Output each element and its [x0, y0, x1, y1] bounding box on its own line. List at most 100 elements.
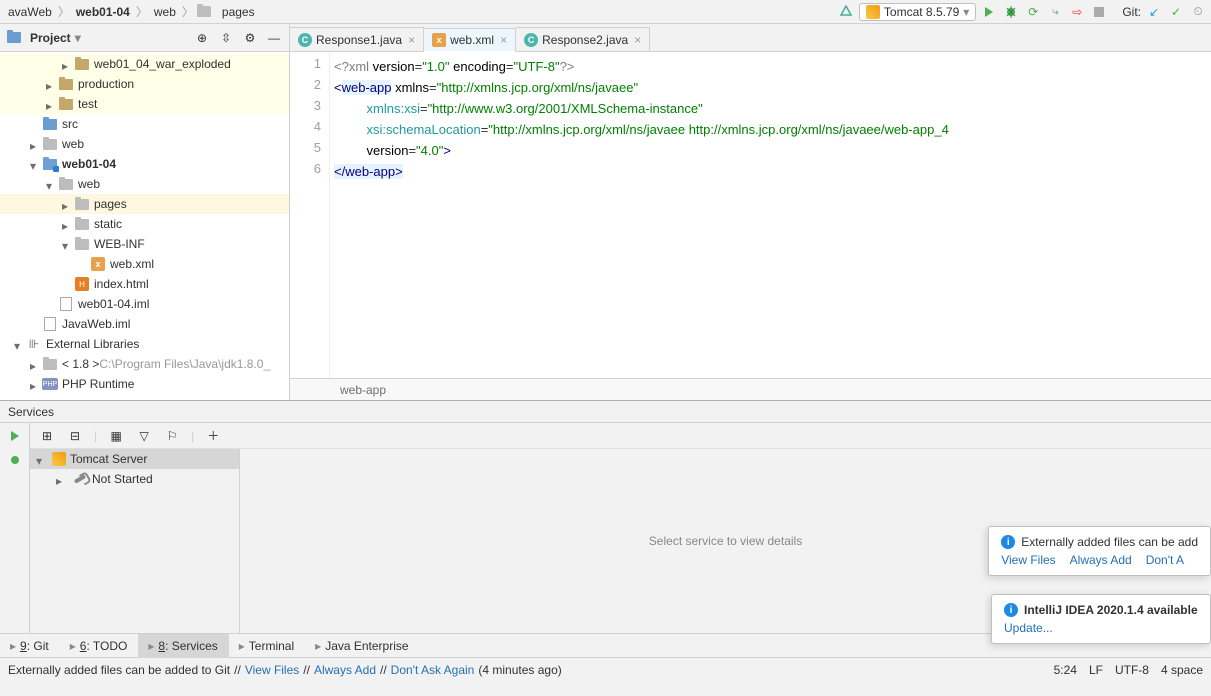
tree-arrow-icon[interactable] [30, 379, 40, 389]
stop-icon[interactable] [1090, 3, 1108, 21]
tag-icon[interactable]: ⚐ [163, 427, 181, 445]
close-icon[interactable]: × [498, 33, 507, 47]
tree-row[interactable]: ⊪External Libraries [0, 334, 289, 354]
bottom-tab[interactable]: ▸6: TODO [60, 634, 139, 658]
chevron-down-icon[interactable]: ▾ [75, 31, 81, 45]
tree-row[interactable]: test [0, 94, 289, 114]
tree-row[interactable]: web01-04 [0, 154, 289, 174]
run-icon[interactable] [6, 427, 24, 445]
bottom-tab[interactable]: ▸9: Git [0, 634, 60, 658]
tree-arrow-icon[interactable] [46, 99, 56, 109]
tree-arrow-icon[interactable] [78, 259, 88, 269]
line-ending[interactable]: LF [1089, 663, 1103, 677]
git-history-icon[interactable]: ⏲ [1189, 3, 1207, 21]
tree-row[interactable]: pages [0, 194, 289, 214]
tree-row[interactable]: xweb.xml [0, 254, 289, 274]
services-tree[interactable]: Tomcat Server Not Started [30, 449, 240, 633]
editor-tab[interactable]: CResponse1.java× [290, 27, 424, 51]
tree-row[interactable]: web01_04_war_exploded [0, 54, 289, 74]
tree-arrow-icon[interactable] [46, 299, 56, 309]
debug-icon[interactable] [1002, 3, 1020, 21]
group-icon[interactable]: ▦ [107, 427, 125, 445]
chevron-right-icon[interactable] [56, 474, 66, 484]
notif-link-dont-ask[interactable]: Don't A [1146, 553, 1184, 567]
tree-row[interactable]: < 1.8 > C:\Program Files\Java\jdk1.8.0_ [0, 354, 289, 374]
tree-arrow-icon[interactable] [30, 319, 40, 329]
debug-icon[interactable] [6, 451, 24, 469]
run-icon[interactable] [980, 3, 998, 21]
filter-icon[interactable]: ▽ [135, 427, 153, 445]
tree-arrow-icon[interactable] [46, 179, 56, 189]
tree-arrow-icon[interactable] [30, 359, 40, 369]
profile-icon[interactable]: ⤷ [1046, 3, 1064, 21]
add-icon[interactable]: ＋ [204, 427, 222, 445]
chevron-down-icon[interactable] [36, 454, 46, 464]
gear-icon[interactable]: ⚙ [241, 29, 259, 47]
tree-row[interactable]: PHPPHP Runtime [0, 374, 289, 394]
notification-update-available[interactable]: i IntelliJ IDEA 2020.1.4 available Updat… [991, 594, 1211, 644]
bottom-tab[interactable]: ▸Java Enterprise [305, 634, 419, 658]
tree-row[interactable]: src [0, 114, 289, 134]
status-link-dont-ask[interactable]: Don't Ask Again [391, 663, 475, 677]
collapse-all-icon[interactable]: ⊟ [66, 427, 84, 445]
select-opened-file-icon[interactable]: ⊕ [193, 29, 211, 47]
notif-link-view-files[interactable]: View Files [1001, 553, 1055, 567]
tree-arrow-icon[interactable] [30, 159, 40, 169]
tree-arrow-icon[interactable] [62, 59, 72, 69]
expand-all-icon[interactable]: ⇳ [217, 29, 235, 47]
tree-row[interactable]: JavaWeb.iml [0, 314, 289, 334]
expand-all-icon[interactable]: ⊞ [38, 427, 56, 445]
tree-node-icon [74, 197, 90, 211]
code[interactable]: <?xml version="1.0" encoding="UTF-8"?><w… [330, 52, 1211, 378]
tree-arrow-icon[interactable] [62, 199, 72, 209]
close-icon[interactable]: × [632, 33, 641, 47]
indent[interactable]: 4 space [1161, 663, 1203, 677]
tree-row[interactable]: static [0, 214, 289, 234]
tree-arrow-icon[interactable] [14, 339, 24, 349]
tree-row[interactable]: web01-04.iml [0, 294, 289, 314]
tree-row[interactable]: Hindex.html [0, 274, 289, 294]
tomcat-icon [52, 452, 66, 466]
breadcrumb-item[interactable]: web01-04 [72, 5, 134, 19]
git-update-icon[interactable]: ↙ [1145, 3, 1163, 21]
breadcrumb-item[interactable]: avaWeb [4, 5, 56, 19]
status-link-always-add[interactable]: Always Add [314, 663, 376, 677]
editor-tab[interactable]: xweb.xml× [424, 28, 516, 52]
tree-arrow-icon[interactable] [62, 239, 72, 249]
close-icon[interactable]: × [406, 33, 415, 47]
project-icon [6, 31, 22, 45]
editor-tab[interactable]: CResponse2.java× [516, 27, 650, 51]
notification-externally-added[interactable]: i Externally added files can be add View… [988, 526, 1211, 576]
not-started-node[interactable]: Not Started [30, 469, 239, 489]
bottom-tab[interactable]: ▸8: Services [138, 634, 228, 658]
tree-arrow-icon[interactable] [30, 119, 40, 129]
notif-link-always-add[interactable]: Always Add [1070, 553, 1132, 567]
tomcat-server-node[interactable]: Tomcat Server [30, 449, 239, 469]
editor-breadcrumb[interactable]: web-app [340, 383, 386, 397]
bottom-tab[interactable]: ▸Terminal [229, 634, 305, 658]
breadcrumb-item[interactable]: pages [218, 5, 259, 19]
tree-row[interactable]: production [0, 74, 289, 94]
status-link-view-files[interactable]: View Files [245, 663, 299, 677]
coverage-icon[interactable]: ⟳ [1024, 3, 1042, 21]
breadcrumb-item[interactable]: web [150, 5, 180, 19]
build-icon[interactable] [837, 3, 855, 21]
tree-arrow-icon[interactable] [30, 139, 40, 149]
notif-link-update[interactable]: Update... [1004, 621, 1053, 635]
run-config-selector[interactable]: Tomcat 8.5.79 ▾ [859, 3, 976, 21]
class-icon: C [298, 33, 312, 47]
tree-arrow-icon[interactable] [62, 279, 72, 289]
attach-icon[interactable]: ⇨ [1068, 3, 1086, 21]
tree-arrow-icon[interactable] [46, 79, 56, 89]
git-commit-icon[interactable]: ✓ [1167, 3, 1185, 21]
hide-icon[interactable]: — [265, 29, 283, 47]
encoding[interactable]: UTF-8 [1115, 663, 1149, 677]
caret-position[interactable]: 5:24 [1054, 663, 1077, 677]
editor-body[interactable]: 123456 <?xml version="1.0" encoding="UTF… [290, 52, 1211, 378]
tree-node-label: test [78, 97, 97, 111]
tree-arrow-icon[interactable] [62, 219, 72, 229]
tree-row[interactable]: WEB-INF [0, 234, 289, 254]
tree-row[interactable]: web [0, 134, 289, 154]
project-tree[interactable]: web01_04_war_explodedproductiontestsrcwe… [0, 52, 289, 400]
tree-row[interactable]: web [0, 174, 289, 194]
